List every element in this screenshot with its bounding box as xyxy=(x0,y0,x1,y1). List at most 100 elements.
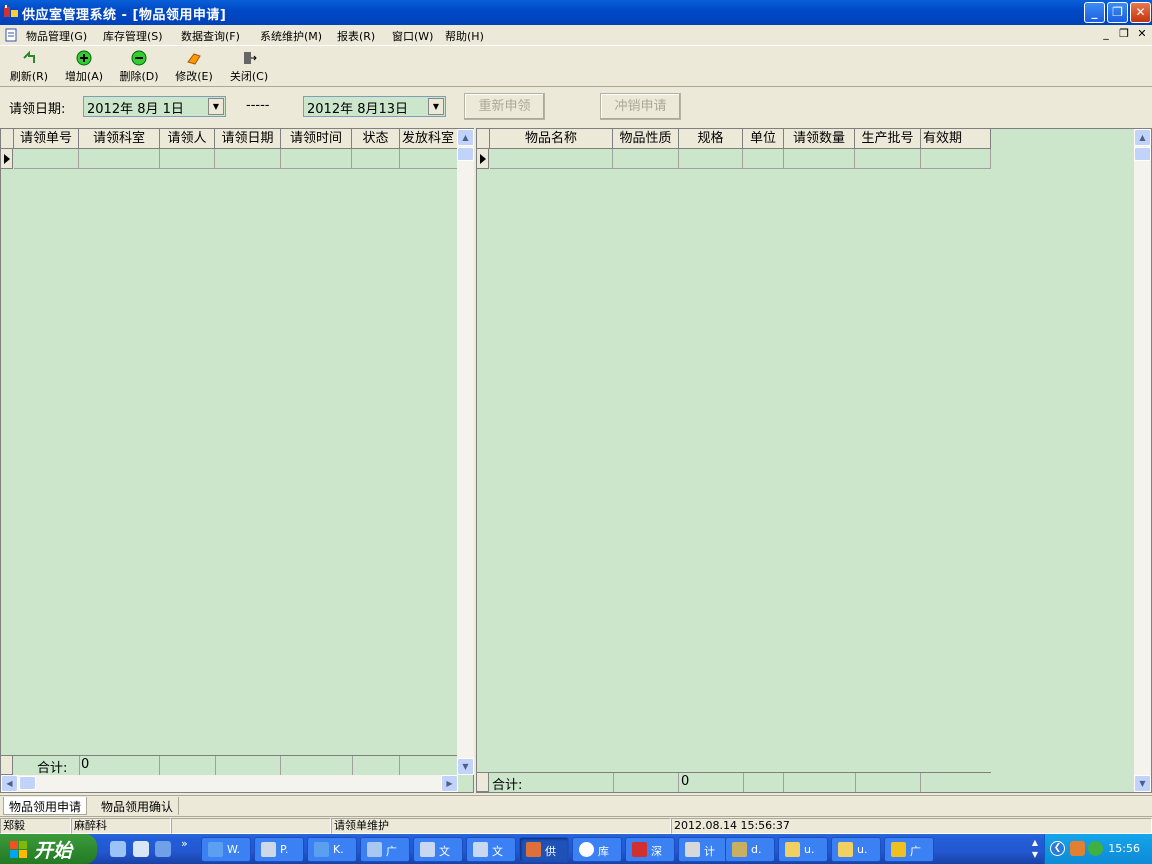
taskbar-item[interactable]: u. xyxy=(831,837,881,862)
chevron-down-icon[interactable]: ▼ xyxy=(428,98,444,115)
quicklaunch-ie-icon[interactable] xyxy=(110,841,126,857)
quicklaunch-app-icon[interactable] xyxy=(155,841,171,857)
left-horizontal-scrollbar[interactable]: ◀ ▶ xyxy=(1,775,458,792)
scroll-down-icon[interactable]: ▼ xyxy=(1134,775,1151,792)
total-row-indicator xyxy=(1,756,13,775)
col-spec[interactable]: 规格 xyxy=(679,129,743,149)
tab-goods-request[interactable]: 物品领用申请 xyxy=(3,797,88,815)
menu-item-system[interactable]: 系统维护(M) xyxy=(260,28,322,44)
request-detail-grid[interactable]: 物品名称 物品性质 规格 单位 请领数量 生产批号 有效期 合计: 0 ▲ ▼ xyxy=(476,128,1152,793)
col-request-no[interactable]: 请领单号 xyxy=(14,129,79,149)
quicklaunch-desktop-icon[interactable] xyxy=(133,841,149,857)
mdi-minimize-button[interactable]: _ xyxy=(1098,27,1114,40)
col-status[interactable]: 状态 xyxy=(352,129,400,149)
tray-security-icon[interactable] xyxy=(1088,841,1103,856)
taskbar-item[interactable]: W. xyxy=(201,837,251,862)
task-icon xyxy=(367,842,382,857)
table-cell[interactable] xyxy=(79,149,160,169)
scroll-right-icon[interactable]: ▶ xyxy=(441,775,458,792)
reapply-button[interactable]: 重新申领 xyxy=(464,93,545,120)
taskbar-item[interactable]: 广 xyxy=(360,837,410,862)
refresh-button[interactable]: 刷新(R) xyxy=(4,50,54,84)
tab-goods-confirm[interactable]: 物品领用确认 xyxy=(96,797,180,815)
taskbar-item[interactable]: K. xyxy=(307,837,357,862)
scroll-down-icon[interactable]: ▼ xyxy=(457,758,474,775)
table-cell[interactable] xyxy=(400,149,458,169)
menu-item-help[interactable]: 帮助(H) xyxy=(445,28,484,44)
taskbar-item[interactable]: 深 xyxy=(625,837,675,862)
edit-button[interactable]: 修改(E) xyxy=(169,50,219,84)
chevron-down-icon[interactable]: ▼ xyxy=(208,98,224,115)
col-item-name[interactable]: 物品名称 xyxy=(490,129,613,149)
table-cell[interactable] xyxy=(160,149,215,169)
col-item-type[interactable]: 物品性质 xyxy=(613,129,679,149)
grid-header: 请领单号 请领科室 请领人 请领日期 请领时间 状态 发放科室 xyxy=(1,129,458,149)
quicklaunch-more-icon[interactable]: » xyxy=(181,837,188,850)
total-row-indicator xyxy=(477,773,489,792)
scroll-up-icon[interactable]: ▲ xyxy=(1134,129,1151,146)
left-vertical-scrollbar[interactable]: ▲ ▼ xyxy=(457,129,474,775)
table-cell[interactable] xyxy=(490,149,613,169)
task-icon xyxy=(314,842,329,857)
menu-item-query[interactable]: 数据查询(F) xyxy=(181,28,240,44)
row-indicator[interactable] xyxy=(1,149,13,169)
col-batch-no[interactable]: 生产批号 xyxy=(855,129,921,149)
col-request-date[interactable]: 请领日期 xyxy=(215,129,281,149)
col-requester[interactable]: 请领人 xyxy=(160,129,215,149)
row-indicator[interactable] xyxy=(477,149,489,169)
table-cell[interactable] xyxy=(352,149,400,169)
table-cell[interactable] xyxy=(743,149,784,169)
request-list-grid[interactable]: 请领单号 请领科室 请领人 请领日期 请领时间 状态 发放科室 合计: 0 ▲ … xyxy=(0,128,474,793)
table-cell[interactable] xyxy=(784,149,855,169)
col-issue-dept[interactable]: 发放科室 xyxy=(400,129,458,149)
table-cell[interactable] xyxy=(679,149,743,169)
taskbar-item[interactable]: 文 xyxy=(413,837,463,862)
taskbar-scroll-arrows[interactable]: ▲ ▼ xyxy=(1028,837,1042,861)
right-vertical-scrollbar[interactable]: ▲ ▼ xyxy=(1134,129,1151,792)
tray-expand-icon[interactable]: ❮ xyxy=(1050,841,1065,856)
table-cell[interactable] xyxy=(215,149,281,169)
table-cell[interactable] xyxy=(14,149,79,169)
taskbar-item[interactable]: 文 xyxy=(466,837,516,862)
delete-button[interactable]: 删除(D) xyxy=(114,50,164,84)
taskbar-item[interactable]: 广 xyxy=(884,837,934,862)
clock[interactable]: 15:56 xyxy=(1108,842,1140,855)
taskbar-item[interactable]: P. xyxy=(254,837,304,862)
minimize-button[interactable]: _ xyxy=(1084,2,1105,23)
current-row-icon xyxy=(480,154,486,164)
start-button[interactable]: 开始 xyxy=(0,834,97,864)
mdi-restore-button[interactable]: ❐ xyxy=(1116,27,1132,40)
col-request-dept[interactable]: 请领科室 xyxy=(79,129,160,149)
scroll-left-icon[interactable]: ◀ xyxy=(1,775,18,792)
close-window-button[interactable]: ✕ xyxy=(1130,2,1151,23)
table-cell[interactable] xyxy=(921,149,991,169)
col-expiry[interactable]: 有效期 xyxy=(921,129,991,149)
close-button[interactable]: 关闭(C) xyxy=(224,50,274,84)
restore-button[interactable]: ❐ xyxy=(1107,2,1128,23)
taskbar-item[interactable]: 计 xyxy=(678,837,728,862)
to-date-picker[interactable]: 2012年 8月13日 ▼ xyxy=(303,96,446,117)
scroll-thumb[interactable] xyxy=(457,147,474,161)
table-cell[interactable] xyxy=(281,149,352,169)
taskbar-item-active[interactable]: 供 xyxy=(519,837,569,862)
col-quantity[interactable]: 请领数量 xyxy=(784,129,855,149)
scroll-thumb[interactable] xyxy=(1134,147,1151,161)
table-cell[interactable] xyxy=(855,149,921,169)
mdi-close-button[interactable]: ✕ xyxy=(1134,27,1150,40)
taskbar-item[interactable]: d. xyxy=(725,837,775,862)
taskbar-item[interactable]: 库 xyxy=(572,837,622,862)
menu-item-goods[interactable]: 物品管理(G) xyxy=(26,28,87,44)
col-request-time[interactable]: 请领时间 xyxy=(281,129,352,149)
taskbar-item[interactable]: u. xyxy=(778,837,828,862)
table-cell[interactable] xyxy=(613,149,679,169)
menu-item-reports[interactable]: 报表(R) xyxy=(337,28,375,44)
add-button[interactable]: 增加(A) xyxy=(59,50,109,84)
scroll-up-icon[interactable]: ▲ xyxy=(457,129,474,146)
scroll-thumb[interactable] xyxy=(19,776,36,790)
from-date-picker[interactable]: 2012年 8月 1日 ▼ xyxy=(83,96,226,117)
menu-item-window[interactable]: 窗口(W) xyxy=(392,28,433,44)
cancel-request-button[interactable]: 冲销申请 xyxy=(600,93,681,120)
tray-app-icon[interactable] xyxy=(1070,841,1085,856)
col-unit[interactable]: 单位 xyxy=(743,129,784,149)
menu-item-inventory[interactable]: 库存管理(S) xyxy=(103,28,163,44)
